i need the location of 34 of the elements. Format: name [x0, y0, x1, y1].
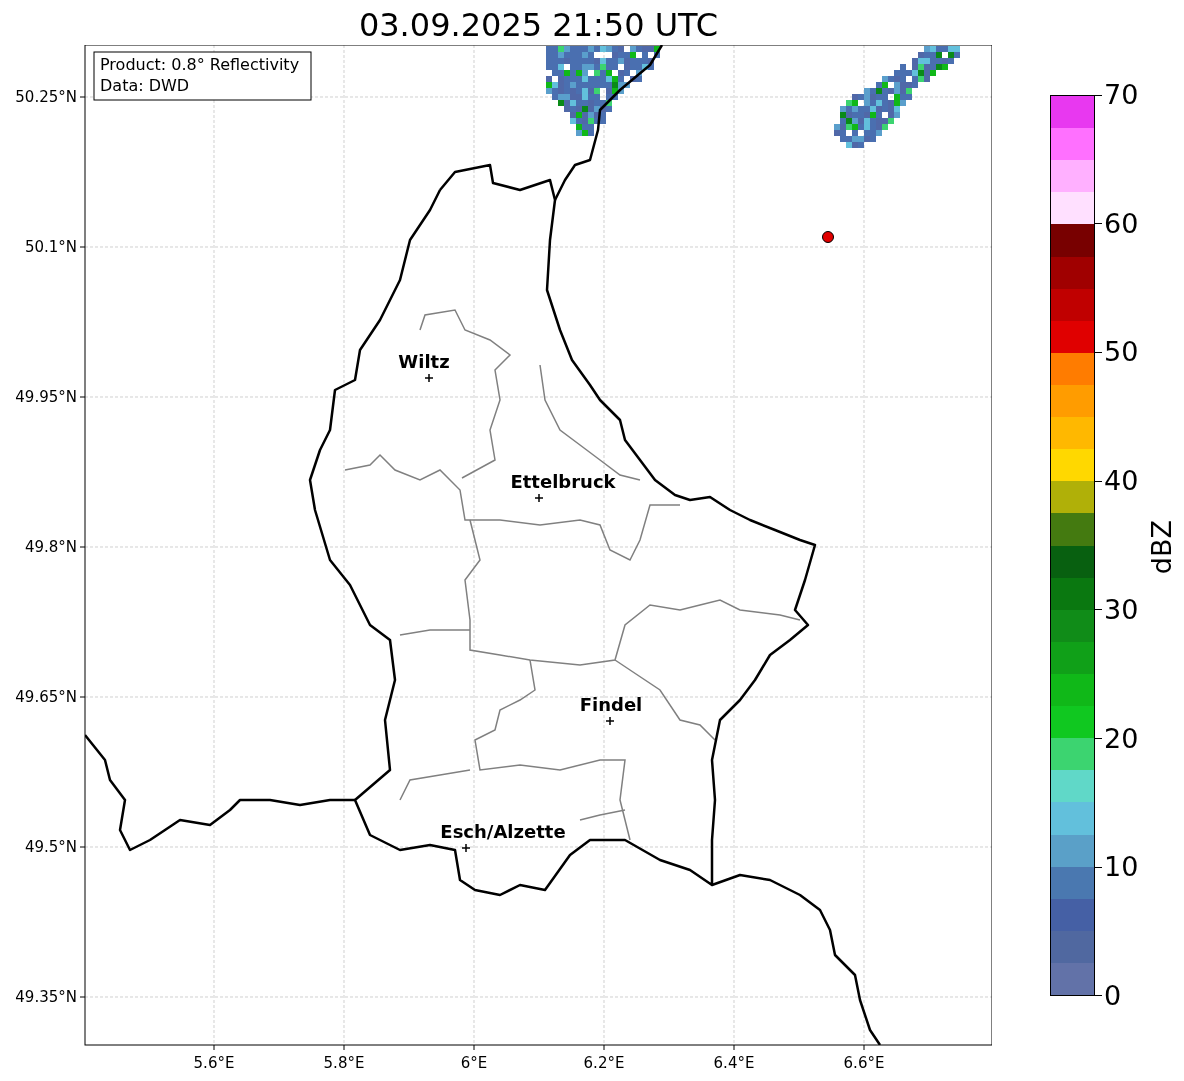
tick-label: 5.6°E [193, 1054, 235, 1072]
city-label: Ettelbruck [510, 471, 616, 492]
city-label: Esch/Alzette [440, 821, 566, 842]
city-label: Findel [579, 694, 643, 715]
tick-label: 49.35°N [15, 988, 77, 1006]
info-box: Product: 0.8° Reflectivity Data: DWD [93, 51, 312, 101]
tick-label: 50 [1104, 337, 1139, 368]
radar-site-marker [822, 231, 834, 243]
tick-label: 40 [1104, 466, 1139, 497]
tick-label: 6.4°E [713, 1054, 755, 1072]
tick-label: 50.25°N [15, 88, 77, 106]
district-boundary [399, 769, 471, 801]
city-marker [461, 843, 471, 853]
city-marker [424, 373, 434, 383]
tick-label: 49.8°N [24, 538, 77, 556]
tick-label: 6.6°E [843, 1054, 885, 1072]
tick-label: 6.2°E [583, 1054, 625, 1072]
tick-label: 70 [1104, 80, 1139, 110]
tick-label: 30 [1104, 594, 1139, 625]
city-marker [534, 493, 544, 503]
tick-label: 20 [1104, 723, 1139, 754]
tick-label: 5.8°E [323, 1054, 365, 1072]
tick-label: 0 [1104, 980, 1122, 1011]
tick-label: 10 [1104, 852, 1139, 883]
tick-label: 49.65°N [15, 688, 77, 706]
tick-label: 49.95°N [15, 388, 77, 406]
city-marker [605, 716, 615, 726]
axis-label: dBZ [1146, 520, 1178, 575]
city-label: Wiltz [398, 351, 450, 372]
tick-label: 49.5°N [24, 838, 77, 856]
chart-title: 03.09.2025 21:50 UTC [357, 5, 720, 45]
tick-label: 50.1°N [24, 238, 77, 256]
tick-label: 60 [1104, 208, 1139, 239]
tick-label: 6°E [460, 1054, 488, 1072]
